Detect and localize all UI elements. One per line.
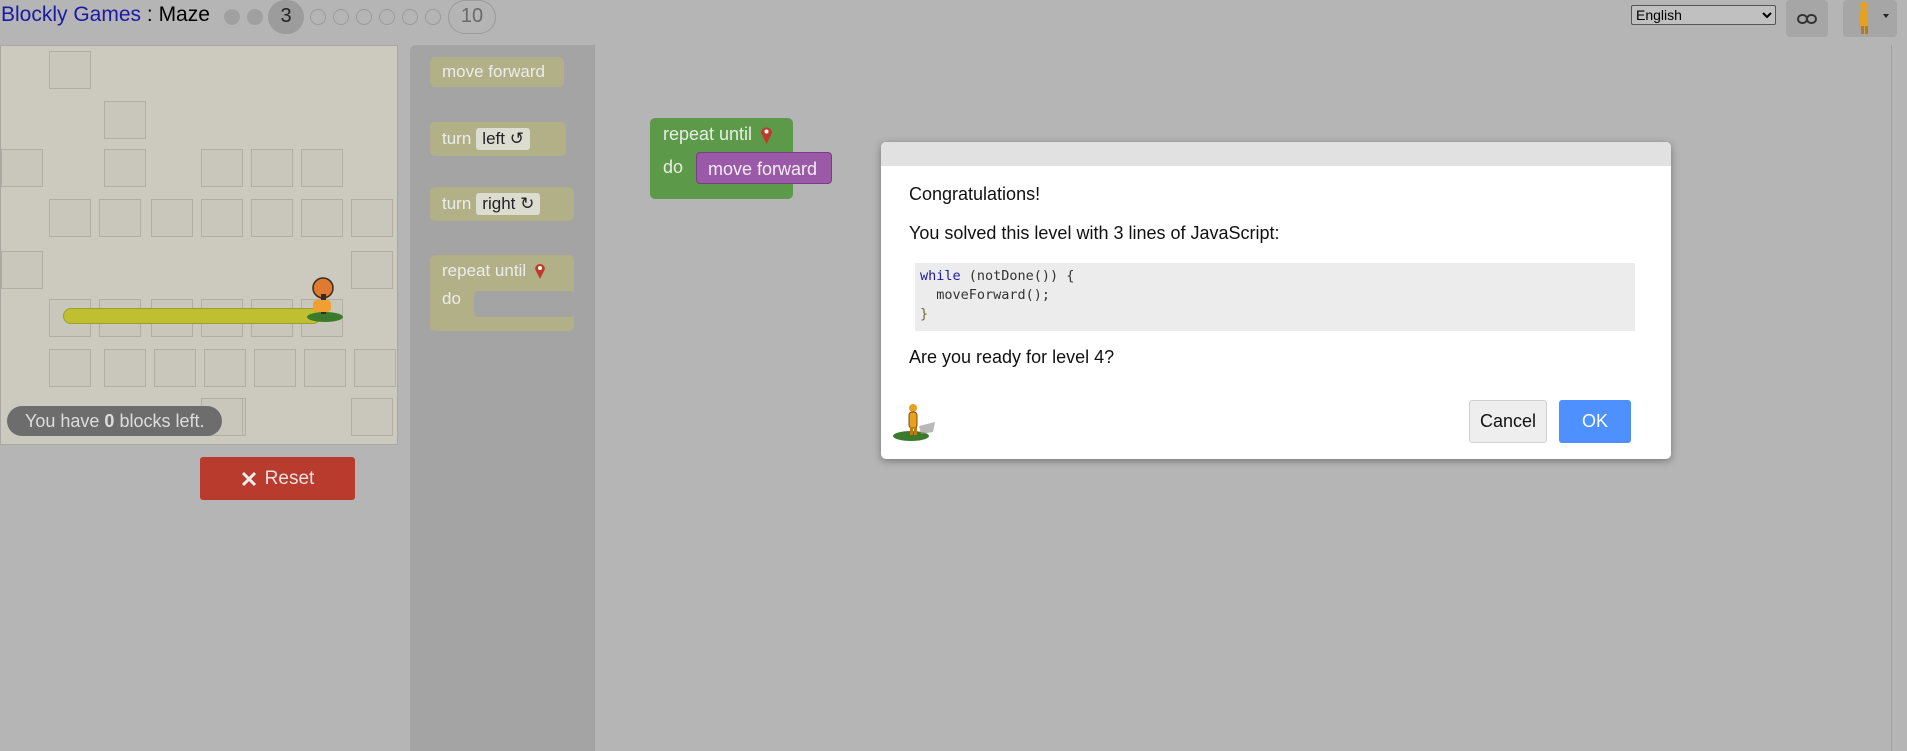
maze-wall [301, 149, 343, 187]
maze-wall [204, 349, 246, 387]
maze-canvas [0, 45, 398, 445]
level-8-dot[interactable] [402, 8, 418, 25]
maze-wall [151, 199, 193, 237]
title-separator: : [141, 3, 159, 26]
block-label: turn [442, 194, 472, 213]
block-label: do [663, 157, 684, 177]
toolbox-repeat-until-block[interactable]: repeat until do [430, 255, 574, 331]
reset-x-icon [241, 471, 256, 486]
level-2-dot[interactable] [247, 8, 263, 25]
level-5-dot[interactable] [333, 8, 349, 25]
congratulations-dialog: Congratulations! You solved this level w… [881, 142, 1671, 459]
maze-wall [1, 149, 43, 187]
maze-wall [354, 349, 396, 387]
code-line-1: (notDone()) { [960, 268, 1075, 284]
maze-wall [254, 349, 296, 387]
level-6-dot[interactable] [356, 8, 372, 25]
code-line-3: } [920, 306, 929, 322]
workspace-move-forward-block[interactable]: move forward [696, 152, 832, 184]
header: Blockly Games : Maze 3 10 English [0, 0, 1907, 46]
level-last[interactable]: 10 [448, 0, 496, 34]
level-4-dot[interactable] [310, 8, 326, 25]
app: Blockly Games : Maze 3 10 English You ha… [0, 0, 1907, 751]
level-9-dot[interactable] [425, 8, 441, 25]
maze-wall [351, 251, 393, 289]
maze-wall [49, 51, 91, 89]
ok-button[interactable]: OK [1559, 400, 1631, 443]
maze-path [63, 308, 321, 324]
toolbox: move forward turn left ↺ turn right ↻ repe… [410, 45, 594, 751]
marker-icon [535, 264, 546, 279]
maze-wall [104, 149, 146, 187]
maze-wall [1, 251, 43, 289]
maze-wall [201, 149, 243, 187]
level-7-dot[interactable] [379, 8, 395, 25]
maze-wall [154, 349, 196, 387]
code-block: while (notDone()) { moveForward(); } [915, 263, 1635, 331]
maze-wall [99, 199, 141, 237]
maze-wall [49, 349, 91, 387]
blocks-left-suffix: blocks left. [114, 411, 205, 431]
turn-direction-dropdown[interactable]: right ↻ [476, 193, 541, 215]
reset-label: Reset [264, 467, 315, 489]
block-label: move forward [442, 62, 545, 81]
level-1-dot[interactable] [224, 8, 240, 25]
block-label: repeat until [663, 124, 753, 144]
dialog-question: Are you ready for level 4? [909, 347, 1115, 367]
page-title: Blockly Games : Maze [1, 3, 210, 27]
maze-wall [301, 199, 343, 237]
maze-wall [351, 199, 393, 237]
dialog-title: Congratulations! [909, 184, 1041, 204]
maze-wall [351, 398, 393, 436]
blockly-games-link[interactable]: Blockly Games [1, 3, 141, 26]
block-slot [474, 291, 574, 317]
turn-direction-dropdown[interactable]: left ↺ [476, 128, 530, 150]
game-name: Maze [158, 3, 210, 26]
pegman-icon [893, 404, 935, 441]
reset-button[interactable]: Reset [200, 457, 355, 500]
maze-wall [304, 349, 346, 387]
marker-icon [761, 127, 773, 144]
toolbox-move-forward-block[interactable]: move forward [430, 57, 564, 87]
level-selector: 3 10 [224, 0, 503, 34]
dialog-solved-text: You solved this level with 3 lines of Ja… [909, 223, 1280, 243]
blocks-left-counter: You have 0 blocks left. [7, 406, 223, 436]
language-select[interactable]: English [1631, 5, 1776, 25]
maze-wall [201, 199, 243, 237]
level-current[interactable]: 3 [268, 0, 304, 34]
maze-wall [104, 349, 146, 387]
blocks-left-prefix: You have [25, 411, 105, 431]
toolbox-turn-right-block[interactable]: turn right ↻ [430, 187, 574, 221]
goal-marker-icon [307, 277, 343, 322]
user-menu-button[interactable] [1843, 0, 1897, 37]
maze-wall [104, 101, 146, 139]
pegman-icon [1860, 2, 1889, 34]
dialog-titlebar [881, 142, 1671, 166]
blocks-left-count: 0 [104, 411, 115, 431]
block-label: turn [442, 129, 472, 148]
maze-wall [251, 149, 293, 187]
link-icon [1797, 13, 1817, 24]
maze-wall [49, 199, 91, 237]
link-button[interactable] [1786, 0, 1828, 37]
maze-wall [251, 199, 293, 237]
code-line-2: moveForward(); [920, 287, 1051, 303]
code-keyword: while [920, 268, 961, 284]
block-label: repeat until [442, 261, 527, 280]
toolbox-turn-left-block[interactable]: turn left ↺ [430, 122, 566, 156]
cancel-button[interactable]: Cancel [1469, 400, 1547, 443]
